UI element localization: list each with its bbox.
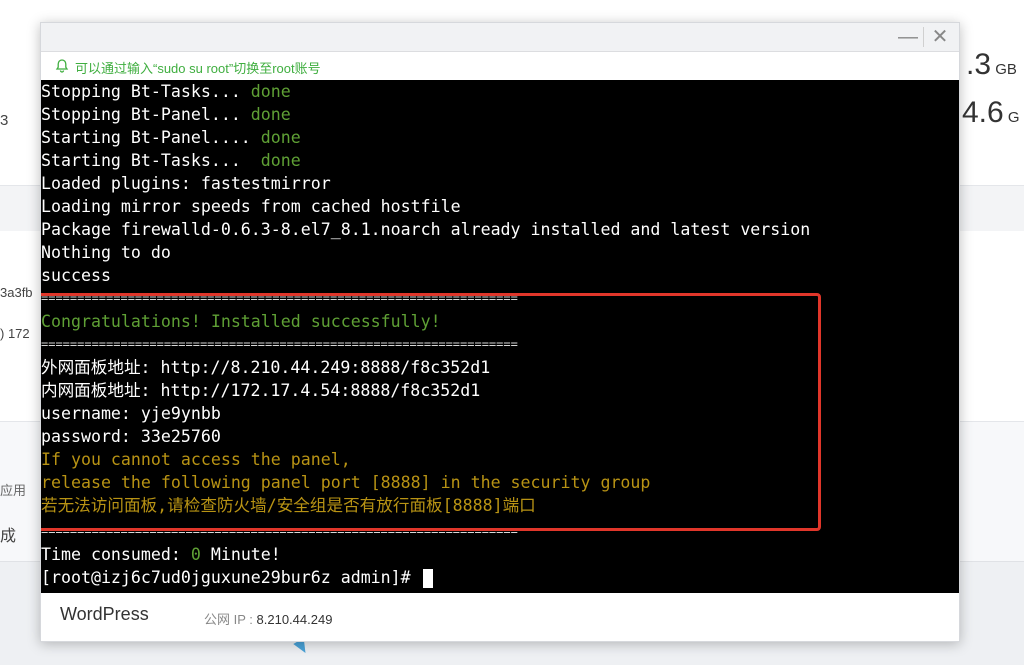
shell-prompt[interactable]: [root@izj6c7ud0jguxune29bur6z admin]# — [41, 566, 433, 589]
terminal-line: Stopping Bt-Tasks... done — [41, 82, 291, 101]
left-fragment: ) 172 — [0, 326, 30, 341]
terminal-dialog: — ✕ 可以通过输入“sudo su root”切换至root账号 Stoppi… — [40, 22, 960, 642]
stat-disk-value: .3 GB — [966, 48, 1017, 81]
terminal-line: Starting Bt-Panel.... done — [41, 128, 301, 147]
time-consumed-line: Time consumed: 0 Minute! — [41, 545, 281, 564]
minimize-button[interactable]: — — [895, 25, 921, 49]
left-fragment: 成 — [0, 528, 17, 545]
left-fragment: 应用 — [0, 483, 27, 498]
terminal-line: Package firewalld-0.6.3-8.el7_8.1.noarch… — [41, 220, 811, 239]
app-name: WordPress — [60, 604, 149, 624]
terminal-line: Loading mirror speeds from cached hostfi… — [41, 197, 461, 216]
dialog-titlebar[interactable]: — ✕ — [41, 23, 959, 52]
terminal-output[interactable]: Stopping Bt-Tasks... done Stopping Bt-Pa… — [41, 80, 959, 593]
left-fragment: 3 — [0, 112, 9, 129]
terminal-line: Nothing to do — [41, 243, 171, 262]
bell-icon — [55, 59, 69, 73]
terminal-line: Starting Bt-Tasks... done — [41, 151, 301, 170]
close-button[interactable]: ✕ — [927, 25, 953, 49]
terminal-cursor — [422, 569, 433, 588]
terminal-line: Loaded plugins: fastestmirror — [41, 174, 331, 193]
terminal-line: Stopping Bt-Panel... done — [41, 105, 291, 124]
tip-text: 可以通过输入“sudo su root”切换至root账号 — [75, 61, 321, 76]
stat-memory-value: 4.6 G — [962, 96, 1020, 129]
public-ip: 公网 IP : 8.210.44.249 — [204, 612, 333, 627]
instance-footer: WordPress 公网 IP : 8.210.44.249 — [41, 593, 959, 641]
terminal-line: success — [41, 266, 111, 285]
titlebar-divider — [923, 27, 924, 47]
tip-bar: 可以通过输入“sudo su root”切换至root账号 — [41, 52, 959, 80]
left-fragment: 3a3fb — [0, 285, 33, 300]
highlight-annotation-box — [41, 293, 821, 531]
